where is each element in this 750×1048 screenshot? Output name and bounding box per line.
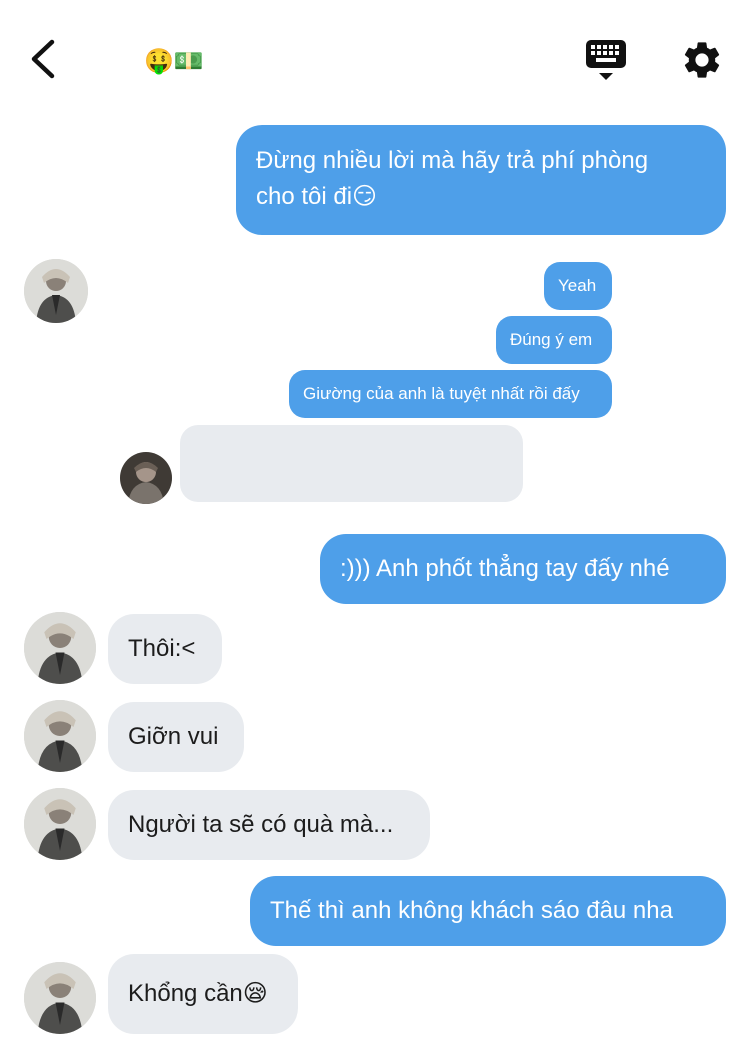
incoming-message[interactable] (180, 425, 523, 502)
settings-button[interactable] (680, 38, 724, 82)
message-text: Khổng cần😪 (128, 980, 268, 1007)
quoted-message[interactable]: Giường của anh là tuyệt nhất rồi đấy (289, 370, 612, 418)
quoted-message-text: Yeah (558, 276, 597, 295)
quoted-message-text: Đúng ý em (510, 330, 593, 349)
incoming-message[interactable]: Khổng cần😪 (108, 954, 298, 1034)
avatar[interactable] (24, 700, 96, 772)
quoted-message[interactable]: Đúng ý em (496, 316, 612, 364)
avatar[interactable] (24, 788, 96, 860)
gear-icon (684, 42, 720, 78)
message-text: :))) Anh phốt thẳng tay đấy nhé (340, 555, 670, 582)
outgoing-message[interactable]: Đừng nhiều lời mà hãy trả phí phòng cho … (236, 125, 726, 235)
outgoing-message[interactable]: Thế thì anh không khách sáo đâu nha (250, 876, 726, 946)
avatar[interactable] (24, 612, 96, 684)
avatar[interactable] (24, 259, 88, 323)
message-text: Thế thì anh không khách sáo đâu nha (270, 897, 673, 924)
message-text-line-1: Đừng nhiều lời mà hãy trả phí phòng (256, 147, 649, 174)
avatar[interactable] (24, 962, 96, 1034)
chat-header: 🤑💵 (0, 0, 750, 110)
quoted-message[interactable]: Yeah (544, 262, 612, 310)
quoted-message-text: Giường của anh là tuyệt nhất rồi đấy (303, 384, 580, 403)
avatar[interactable] (120, 452, 172, 504)
message-text: Thôi:< (128, 635, 196, 662)
incoming-message[interactable]: Giỡn vui (108, 702, 244, 772)
message-text-line-2: cho tôi đi😏 (256, 183, 378, 210)
keyboard-button[interactable] (584, 38, 628, 82)
chat-title: 🤑💵 (144, 47, 204, 75)
message-text: Người ta sẽ có quà mà... (128, 811, 394, 838)
incoming-message[interactable]: Người ta sẽ có quà mà... (108, 790, 430, 860)
chevron-left-icon (31, 39, 55, 79)
outgoing-message[interactable]: :))) Anh phốt thẳng tay đấy nhé (320, 534, 726, 604)
keyboard-icon (586, 40, 626, 80)
message-text: Giỡn vui (128, 723, 219, 750)
back-button[interactable] (26, 36, 66, 82)
incoming-message[interactable]: Thôi:< (108, 614, 222, 684)
